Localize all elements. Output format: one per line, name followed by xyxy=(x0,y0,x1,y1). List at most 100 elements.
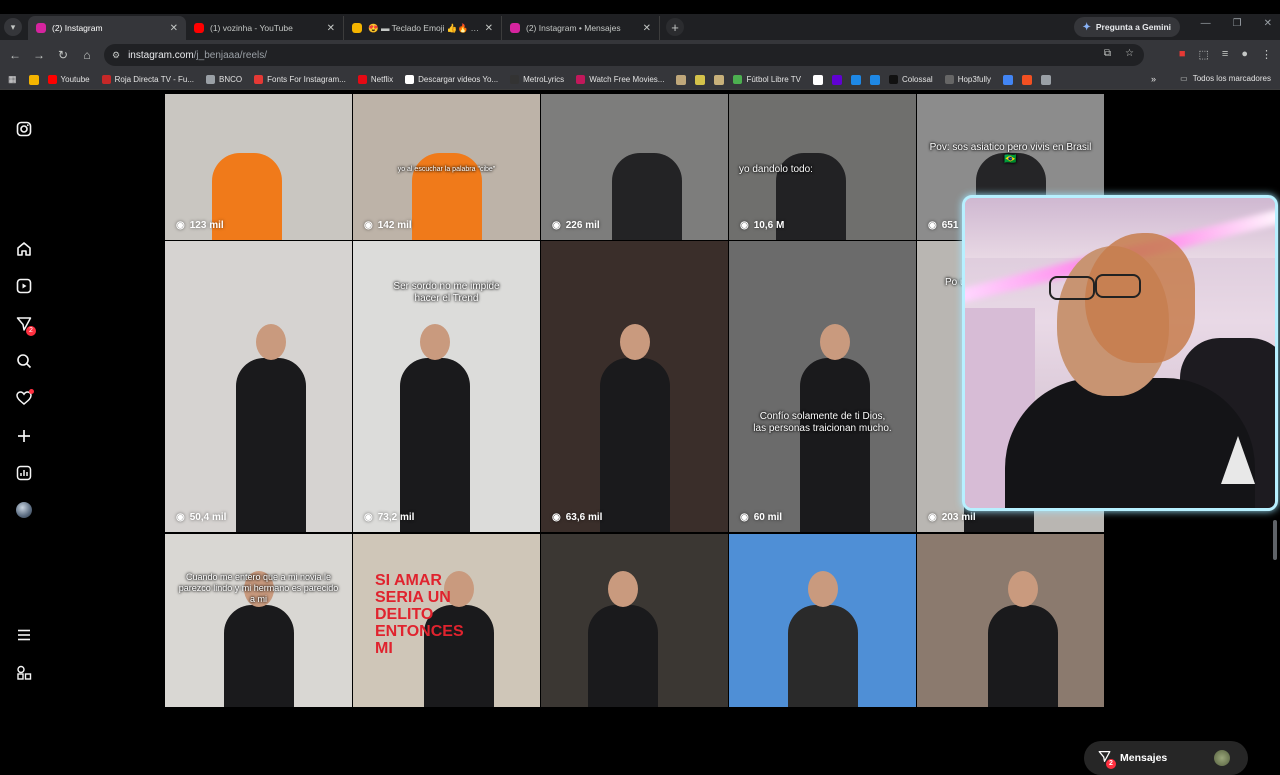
create-icon[interactable] xyxy=(16,428,32,444)
bookmark-icon[interactable] xyxy=(832,74,843,85)
search-icon[interactable] xyxy=(16,353,32,369)
reel-thumbnail[interactable]: yo al escuchar la palabra "cibe" ◉ 142 mil xyxy=(353,94,540,240)
bookmark-icon[interactable] xyxy=(870,74,881,85)
address-bar[interactable]: ⚙ instagram.com/j_benjaaa/reels/ ⧉ ☆ xyxy=(104,44,1144,66)
bookmark-item[interactable]: Colossal xyxy=(889,75,933,84)
reel-figure xyxy=(987,571,1058,711)
tab-title: (1) vozinha - YouTube xyxy=(210,23,293,33)
bookmark-icon[interactable] xyxy=(1003,74,1014,85)
profile-avatar[interactable] xyxy=(16,502,32,518)
browser-tab[interactable]: (2) Instagram • Mensajes ✕ xyxy=(502,16,660,40)
bookmark-item[interactable]: Fonts For Instagram... xyxy=(254,75,346,84)
bookmark-item[interactable]: MetroLyrics xyxy=(510,75,564,84)
bookmark-icon[interactable] xyxy=(695,74,706,85)
url-host: instagram.com xyxy=(128,49,194,61)
reading-list-icon[interactable]: ≡ xyxy=(1222,48,1228,61)
more-apps-icon[interactable] xyxy=(16,665,32,681)
instagram-logo-icon[interactable] xyxy=(16,121,32,137)
reel-thumbnail[interactable]: Confío solamente de ti Dios, las persona… xyxy=(729,241,916,532)
apps-grid-icon[interactable]: ▦ xyxy=(8,74,17,85)
profile-icon[interactable]: ● xyxy=(1241,48,1248,61)
notifications-icon[interactable] xyxy=(16,389,34,406)
extension-icon[interactable]: ■ xyxy=(1179,48,1186,61)
reel-thumbnail[interactable] xyxy=(729,534,916,711)
bookmark-icon[interactable] xyxy=(28,74,39,85)
bookmark-icon[interactable] xyxy=(714,74,725,85)
reel-figure xyxy=(587,571,658,711)
bookmark-label: Youtube xyxy=(60,75,90,84)
reel-thumbnail[interactable]: ◉ 226 mil xyxy=(541,94,728,240)
browser-tab[interactable]: 😍 ▬ Teclado Emoji 👍🔥 39% ✕ xyxy=(344,16,502,40)
reel-thumbnail[interactable] xyxy=(917,534,1104,711)
gemini-button[interactable]: ✦ Pregunta a Gemini xyxy=(1073,17,1180,37)
new-tab-button[interactable]: + xyxy=(666,18,684,36)
reel-views-label: 63,6 mil xyxy=(565,512,603,523)
bookmark-item[interactable]: Watch Free Movies... xyxy=(576,75,664,84)
bookmark-label: MetroLyrics xyxy=(523,75,565,84)
reel-thumbnail[interactable]: Ser sordo no me impide hacer el Trend ◉ 73… xyxy=(353,241,540,532)
reel-caption: SI AMAR SERIA UN DELITO ENTONCES MI xyxy=(375,572,464,657)
home-icon[interactable] xyxy=(16,241,32,257)
bookmark-favicon-icon xyxy=(357,75,367,84)
all-bookmarks[interactable]: ▭ Todos los marcadores xyxy=(1180,74,1271,83)
messages-icon[interactable]: 2 xyxy=(16,316,36,336)
instagram-sidebar: 2 xyxy=(0,90,48,707)
back-icon[interactable]: ← xyxy=(3,48,27,62)
bookmark-item[interactable]: Hop3fully xyxy=(944,75,991,84)
reel-thumbnail[interactable]: SI AMAR SERIA UN DELITO ENTONCES MI xyxy=(353,534,540,711)
menu-icon[interactable] xyxy=(16,627,32,643)
bookmark-favicon-icon xyxy=(206,75,216,84)
reels-icon[interactable] xyxy=(16,278,32,294)
tab-favicon-icon xyxy=(36,23,46,33)
reel-thumbnail[interactable]: Cuando me entero que a mi novia le parez… xyxy=(165,534,352,711)
home-button-icon[interactable]: ⌂ xyxy=(75,48,99,62)
reel-view-count: ◉ 60 mil xyxy=(740,512,782,523)
tab-close-icon[interactable]: ✕ xyxy=(643,23,651,34)
bookmark-icon[interactable] xyxy=(1022,74,1033,85)
forward-icon[interactable]: → xyxy=(27,48,51,62)
tab-favicon-icon xyxy=(510,23,520,33)
reel-thumbnail[interactable]: yo dandolo todo: ◉ 10,6 M xyxy=(729,94,916,240)
install-app-icon[interactable]: ⧉ xyxy=(1104,48,1111,59)
close-window-icon[interactable]: ✕ xyxy=(1264,18,1272,29)
kebab-menu-icon[interactable]: ⋮ xyxy=(1261,48,1272,61)
reel-thumbnail[interactable]: ◉ 63,6 mil xyxy=(541,241,728,532)
bookmark-star-icon[interactable]: ☆ xyxy=(1125,48,1134,59)
maximize-icon[interactable]: ❐ xyxy=(1233,18,1242,29)
reel-thumbnail[interactable] xyxy=(541,534,728,711)
reel-view-count: ◉ 226 mil xyxy=(552,220,600,231)
top-border xyxy=(0,0,1280,14)
window-controls: — ❐ ✕ xyxy=(1201,18,1272,29)
page-scrollbar[interactable] xyxy=(1273,520,1277,560)
bookmark-icon[interactable] xyxy=(851,74,862,85)
reel-thumbnail[interactable]: ◉ 50,4 mil xyxy=(165,241,352,532)
reel-thumbnail[interactable]: ◉ 123 mil xyxy=(165,94,352,240)
reel-caption: Pov: sos asiatico pero vivis en Brasil 🇧… xyxy=(929,142,1092,165)
more-bookmarks-icon[interactable]: » xyxy=(1151,74,1156,84)
tab-close-icon[interactable]: ✕ xyxy=(327,23,335,34)
bookmark-icon[interactable] xyxy=(676,74,687,85)
browser-tab[interactable]: (1) vozinha - YouTube ✕ xyxy=(186,16,344,40)
tab-search-button[interactable]: ▾ xyxy=(4,18,22,36)
tab-close-icon[interactable]: ✕ xyxy=(170,23,178,34)
bookmark-item[interactable]: Descargar videos Yo... xyxy=(405,75,498,84)
site-info-icon[interactable]: ⚙ xyxy=(112,50,120,61)
eye-icon: ◉ xyxy=(176,512,185,523)
browser-tab[interactable]: (2) Instagram ✕ xyxy=(28,16,186,40)
messages-bar[interactable]: 2 Mensajes xyxy=(1084,741,1248,775)
bookmark-icon[interactable] xyxy=(813,74,824,85)
bookmark-item[interactable]: BNCO xyxy=(206,75,242,84)
bookmark-item[interactable]: Fútbol Libre TV xyxy=(733,75,801,84)
reload-icon[interactable]: ↻ xyxy=(51,48,75,62)
tab-title: (2) Instagram • Mensajes xyxy=(526,23,621,33)
reel-figure-head xyxy=(1007,571,1038,608)
bookmark-item[interactable]: Youtube xyxy=(47,75,90,84)
bookmark-icon[interactable] xyxy=(1041,74,1052,85)
extensions-puzzle-icon[interactable]: ⬚ xyxy=(1199,48,1209,61)
dashboard-icon[interactable] xyxy=(16,465,32,481)
bookmark-item[interactable]: Netflix xyxy=(357,75,393,84)
minimize-icon[interactable]: — xyxy=(1201,18,1211,29)
reel-figure-head xyxy=(607,571,638,608)
tab-close-icon[interactable]: ✕ xyxy=(485,23,493,34)
bookmark-item[interactable]: Roja Directa TV - Fu... xyxy=(101,75,194,84)
